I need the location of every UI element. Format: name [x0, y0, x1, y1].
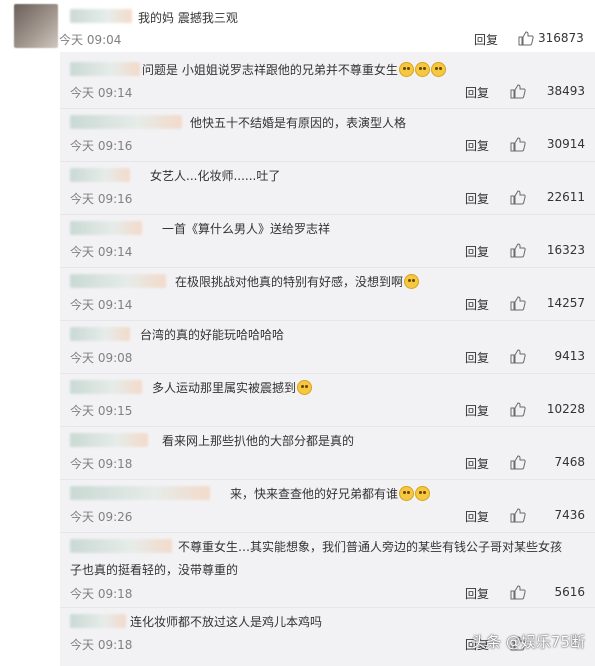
emoji-icon: [415, 486, 431, 501]
like-count: 316873: [538, 31, 584, 45]
like-count: 9413: [554, 349, 585, 363]
like-count: 10228: [546, 402, 585, 416]
reply-time: 今天 09:16: [70, 139, 133, 153]
row-divider: [60, 607, 595, 608]
reply-text: 连化妆师都不放过这人是鸡儿本鸡吗: [130, 615, 323, 629]
row-divider: [60, 320, 595, 321]
reply-username-blurred[interactable]: [70, 327, 130, 341]
reply-username-blurred[interactable]: [70, 433, 148, 447]
row-divider: [60, 532, 595, 533]
reply-time: 今天 09:08: [70, 351, 133, 365]
row-divider: [60, 426, 595, 427]
row-divider: [60, 479, 595, 480]
emoji-icon: [297, 380, 313, 395]
reply-username-blurred[interactable]: [70, 168, 130, 182]
like-count: 7468: [554, 455, 585, 469]
reply-time: 今天 09:14: [70, 245, 133, 259]
reply-text: 在极限挑战对他真的特别有好感，没想到啊: [175, 273, 420, 290]
like-count: 30914: [546, 137, 585, 151]
reply-time: 今天 09:15: [70, 404, 133, 418]
watermark: 头条 @娱乐75断: [471, 633, 585, 651]
like-count: 16323: [546, 243, 585, 257]
reply-button[interactable]: 回复: [465, 508, 489, 525]
thumbs-up-icon[interactable]: [510, 349, 526, 364]
reply-text: 来，快来查查他的好兄弟都有谁: [230, 485, 431, 502]
reply-text-line2: 子也真的挺看轻的，没带尊重的: [70, 563, 239, 577]
thumbs-up-icon[interactable]: [510, 137, 526, 152]
like-count: 7436: [554, 508, 585, 522]
emoji-icon: [414, 62, 430, 77]
thumbs-up-icon[interactable]: [510, 508, 526, 523]
top-comment: 我的妈 震撼我三观 今天 09:04 回复 316873: [0, 0, 595, 52]
like-count: 38493: [546, 84, 585, 98]
reply-username-blurred[interactable]: [70, 614, 126, 628]
reply-time: 今天 09:14: [70, 86, 133, 100]
emoji-icon: [399, 486, 415, 501]
username-blurred[interactable]: [70, 9, 132, 23]
thumbs-up-icon[interactable]: [510, 296, 526, 311]
thumbs-up-icon[interactable]: [518, 31, 534, 46]
reply-button[interactable]: 回复: [465, 243, 489, 260]
reply-text: 一首《算什么男人》送给罗志祥: [162, 222, 331, 236]
row-divider: [60, 267, 595, 268]
reply-time: 今天 09:14: [70, 298, 133, 312]
reply-button[interactable]: 回复: [465, 455, 489, 472]
reply-username-blurred[interactable]: [70, 539, 172, 553]
emoji-icon: [398, 62, 414, 77]
emoji-icon: [430, 62, 446, 77]
reply-time: 今天 09:18: [70, 587, 133, 601]
reply-time: 今天 09:18: [70, 638, 133, 652]
emoji-icon: [404, 274, 420, 289]
reply-time: 今天 09:18: [70, 457, 133, 471]
reply-button[interactable]: 回复: [465, 137, 489, 154]
avatar[interactable]: [14, 4, 58, 48]
reply-username-blurred[interactable]: [70, 380, 142, 394]
row-divider: [60, 108, 595, 109]
row-divider: [60, 373, 595, 374]
reply-button[interactable]: 回复: [465, 402, 489, 419]
like-count: 22611: [546, 190, 585, 204]
reply-text: 多人运动那里属实被震撼到: [152, 379, 313, 396]
reply-time: 今天 09:26: [70, 510, 133, 524]
like-count: 5616: [554, 585, 585, 599]
reply-text: 女艺人...化妆师......吐了: [150, 169, 281, 183]
comment-time: 今天 09:04: [59, 33, 122, 47]
thumbs-up-icon[interactable]: [510, 585, 526, 600]
reply-username-blurred[interactable]: [70, 274, 166, 288]
thumbs-up-icon[interactable]: [510, 190, 526, 205]
reply-button[interactable]: 回复: [465, 296, 489, 313]
reply-text: 看来网上那些扒他的大部分都是真的: [162, 434, 355, 448]
thumbs-up-icon[interactable]: [510, 402, 526, 417]
reply-time: 今天 09:16: [70, 192, 133, 206]
reply-text: 问题是 小姐姐说罗志祥跟他的兄弟并不尊重女生: [142, 61, 446, 78]
reply-text: 他快五十不结婚是有原因的，表演型人格: [190, 116, 407, 130]
reply-button[interactable]: 回复: [465, 190, 489, 207]
reply-button[interactable]: 回复: [465, 84, 489, 101]
row-divider: [60, 214, 595, 215]
thumbs-up-icon[interactable]: [510, 84, 526, 99]
reply-button[interactable]: 回复: [465, 349, 489, 366]
row-divider: [60, 161, 595, 162]
reply-username-blurred[interactable]: [70, 486, 210, 500]
thumbs-up-icon[interactable]: [510, 455, 526, 470]
reply-username-blurred[interactable]: [70, 115, 182, 129]
reply-username-blurred[interactable]: [70, 62, 140, 76]
like-count: 14257: [546, 296, 585, 310]
reply-button[interactable]: 回复: [474, 31, 498, 48]
reply-username-blurred[interactable]: [70, 221, 142, 235]
reply-text: 不尊重女生…其实能想象，我们普通人旁边的某些有钱公子哥对某些女孩: [178, 540, 563, 554]
thumbs-up-icon[interactable]: [510, 243, 526, 258]
reply-text: 台湾的真的好能玩哈哈哈哈: [140, 328, 285, 342]
comment-text: 我的妈 震撼我三观: [138, 11, 238, 25]
reply-button[interactable]: 回复: [465, 585, 489, 602]
